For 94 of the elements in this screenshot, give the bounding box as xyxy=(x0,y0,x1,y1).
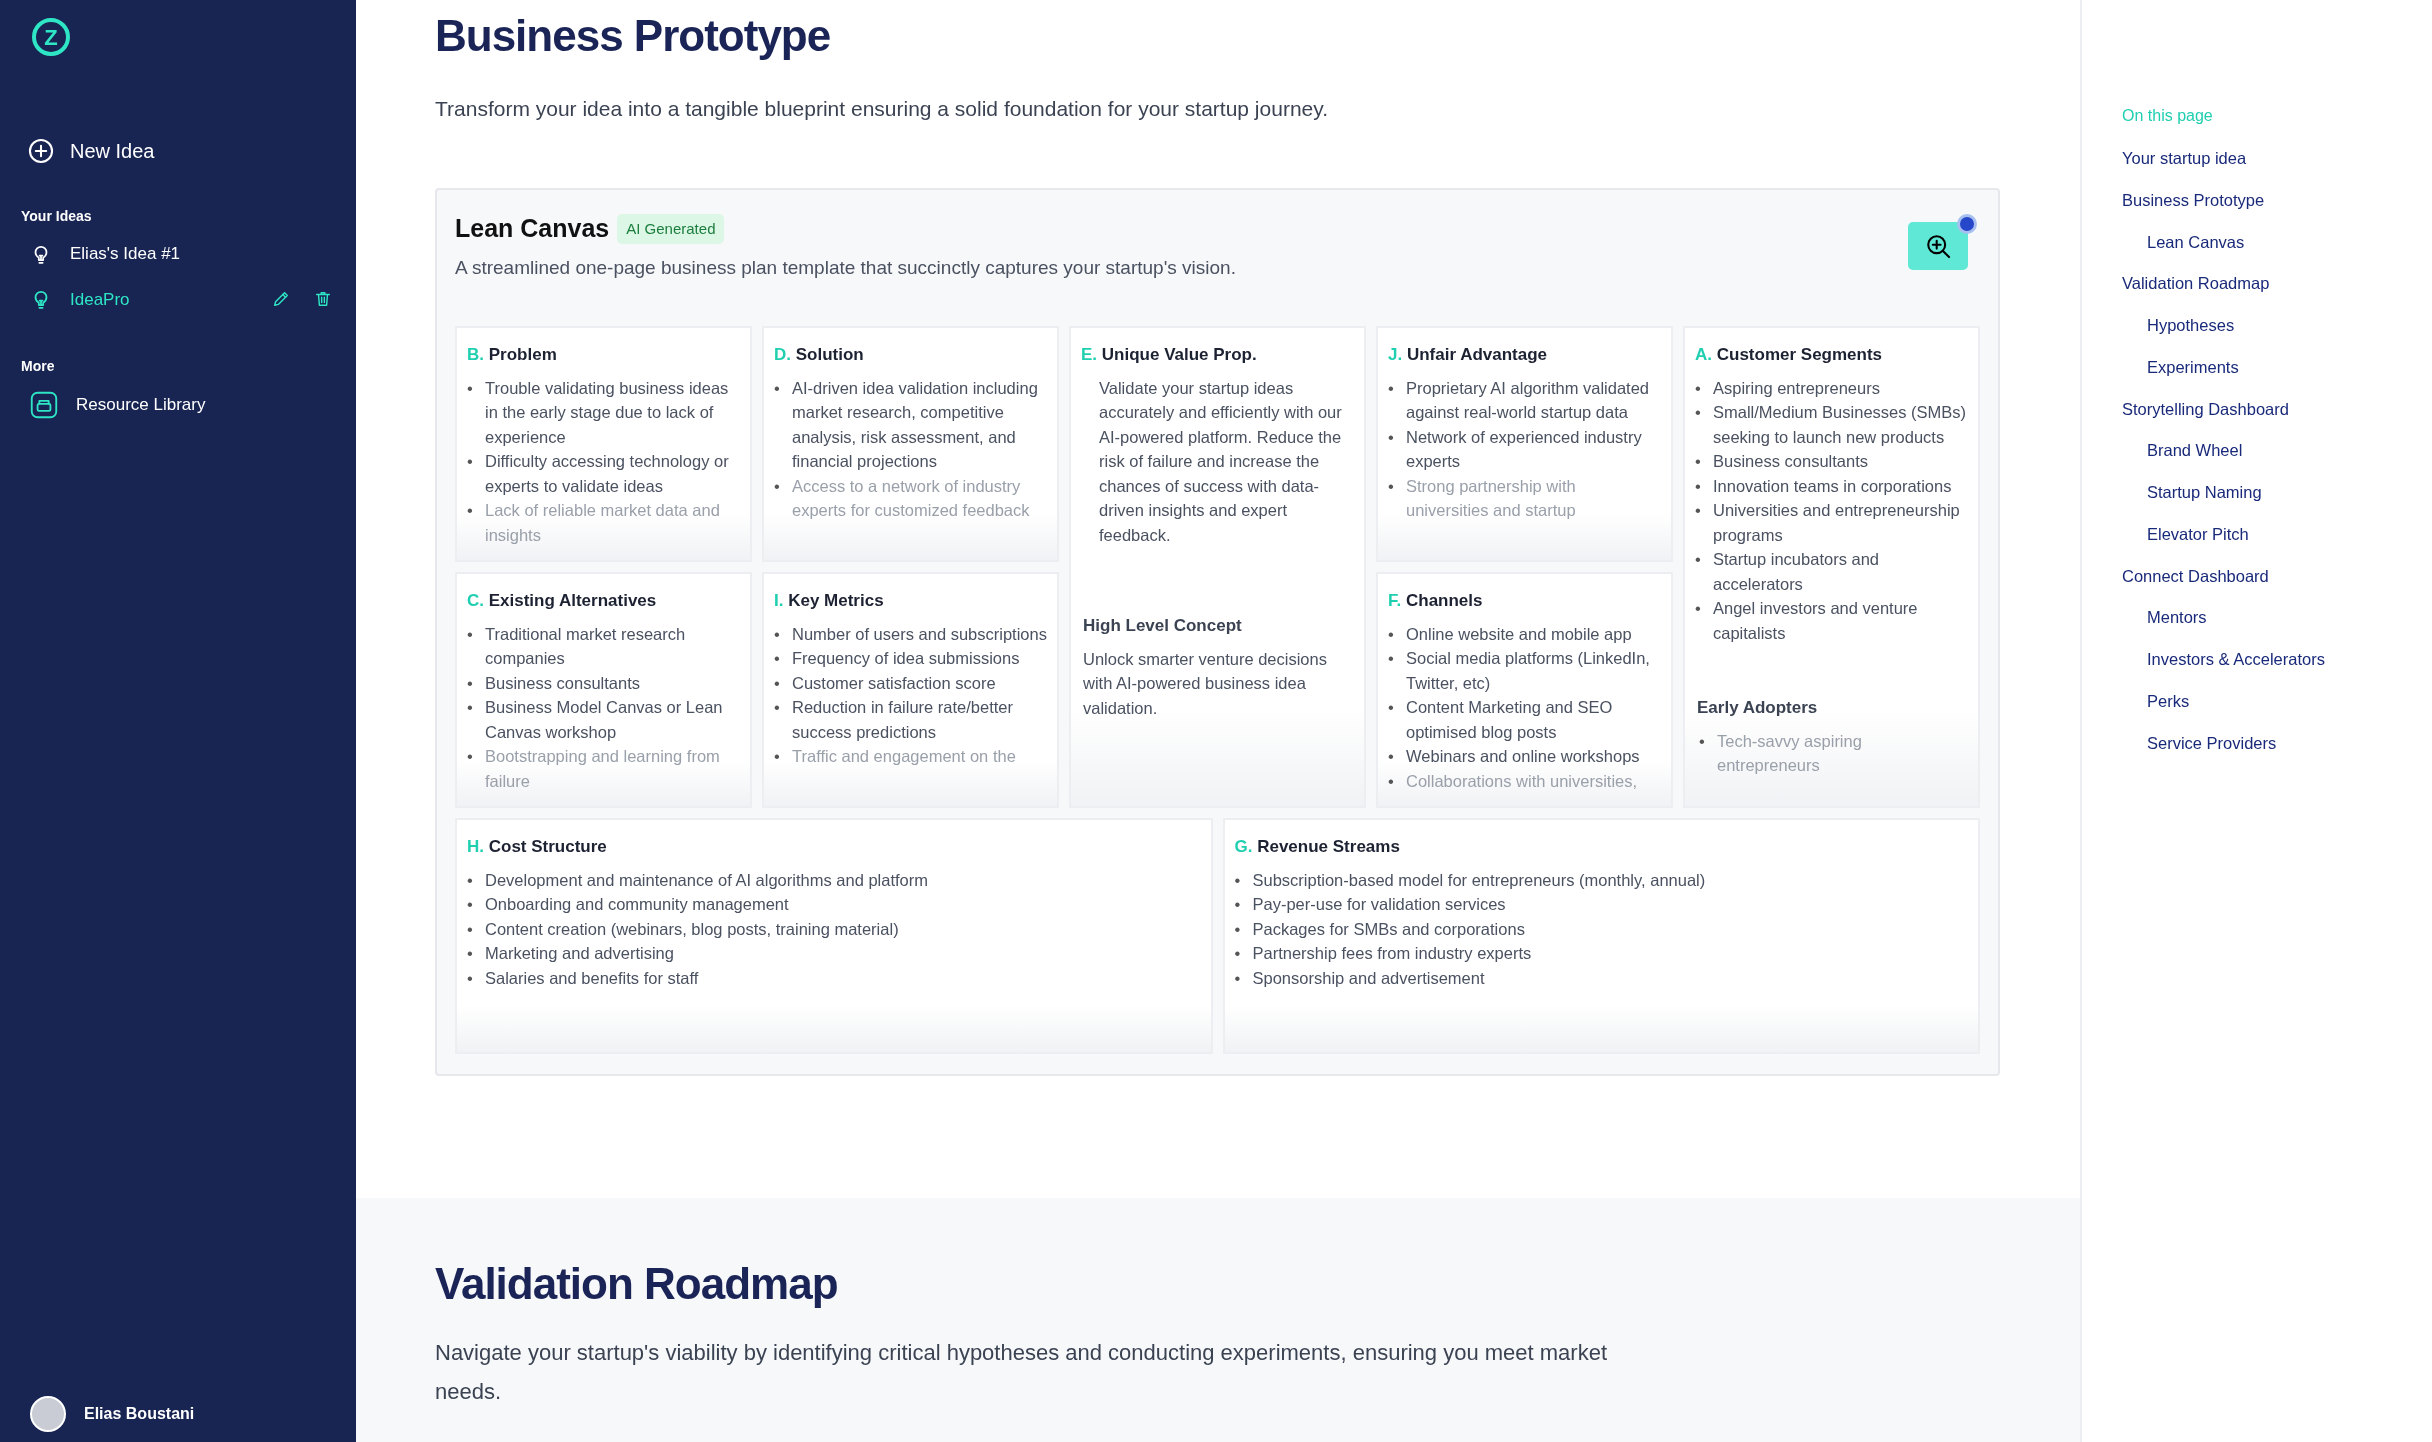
edit-button[interactable] xyxy=(272,290,290,309)
list-item: • Subscription-based model for entrepreneurs (monthly, annual) xyxy=(1234,869,1707,891)
list-item: • Frequency of idea submissions xyxy=(774,648,1021,670)
list-item: • Aspiring entrepreneurs xyxy=(1695,377,1881,399)
subsection-title: Early Adopters xyxy=(1697,697,1819,720)
list-item: • Content creation (webinars, blog posts, training material) xyxy=(467,918,900,940)
toc-link[interactable]: Connect Dashboard xyxy=(2122,563,2432,589)
block-title: A. Customer Segments xyxy=(1695,344,1884,367)
list-item: • Difficulty accessing technology or experts to validate ideas xyxy=(467,451,730,497)
block-title: C. Existing Alternatives xyxy=(467,590,658,613)
list-item: • Trouble validating business ideas in the early stage due to lack of experience xyxy=(467,377,730,448)
block-title: F. Channels xyxy=(1388,590,1484,613)
list-item: • Lack of reliable market data and insights xyxy=(467,500,721,546)
block-title: J. Unfair Advantage xyxy=(1388,344,1549,367)
list-item: • Partnership fees from industry experts xyxy=(1234,943,1533,965)
new-idea-button[interactable]: New Idea xyxy=(0,130,356,172)
list-item: • Startup incubators and accelerators xyxy=(1695,549,1881,595)
list-item: • Webinars and online workshops xyxy=(1388,746,1641,768)
block-title: E. Unique Value Prop. xyxy=(1081,344,1258,367)
list-item: • Sponsorship and advertisement xyxy=(1234,967,1486,989)
idea-item[interactable]: Elias's Idea #1 xyxy=(0,231,356,277)
toc-link[interactable]: Lean Canvas xyxy=(2122,229,2432,255)
list-item: • Business Model Canvas or Lean Canvas workshop xyxy=(467,697,724,743)
toc-link[interactable]: Experiments xyxy=(2122,354,2432,380)
avatar xyxy=(30,1396,66,1432)
plus-circle-icon xyxy=(28,138,54,164)
zoom-button[interactable] xyxy=(1908,222,1968,271)
list-item: • Traffic and engagement on the xyxy=(774,746,1017,768)
block-title: I. Key Metrics xyxy=(774,590,885,613)
toc-link[interactable]: Business Prototype xyxy=(2122,187,2432,213)
list-item: • Packages for SMBs and corporations xyxy=(1234,918,1526,940)
section-title: Validation Roadmap xyxy=(435,1258,839,1310)
user-name: Elias Boustani xyxy=(84,1404,195,1424)
list-item: • AI-driven idea validation including market research, competitive analysis, risk assessment, and financial projections xyxy=(774,377,1039,473)
idea-item[interactable]: IdeaPro xyxy=(0,276,272,322)
block-title: D. Solution xyxy=(774,344,865,367)
list-item: • Traditional market research companies xyxy=(467,623,687,670)
toc-link[interactable]: Validation Roadmap xyxy=(2122,271,2432,296)
block-text: Validate your startup ideas accurately and efficiently with our AI-powered platform. Reduce the risk of failure and increase the chances of success with data-driven insights and expert feedback. xyxy=(1098,377,1343,546)
list-item: • Angel investors and venture capitalists xyxy=(1695,598,1919,644)
toc-link[interactable]: Your startup idea xyxy=(2122,146,2432,171)
list-item: • Innovation teams in corporations xyxy=(1695,475,1953,497)
toc-link[interactable]: Startup Naming xyxy=(2122,480,2432,505)
list-item: • Pay-per-use for validation services xyxy=(1234,894,1507,916)
section-title: Your Ideas xyxy=(20,207,93,226)
toc-title: On this page xyxy=(2122,106,2214,126)
zoom-in-icon xyxy=(1925,233,1951,260)
list-item: • Customer satisfaction score xyxy=(774,672,997,694)
list-item: • Number of users and subscriptions xyxy=(774,623,1047,645)
block-title: H. Cost Structure xyxy=(467,836,608,859)
canvas-title: Lean Canvas xyxy=(455,213,610,245)
sidebar-link[interactable]: Resource Library xyxy=(0,381,356,429)
list-item: • Onboarding and community management xyxy=(467,894,790,916)
subsection-title: High Level Concept xyxy=(1083,615,1243,638)
list-item: • Collaborations with universities, xyxy=(1388,770,1639,792)
list-item: • Reduction in failure rate/better success predictions xyxy=(774,697,1015,743)
block-title: G. Revenue Streams xyxy=(1234,836,1401,859)
toc-link[interactable]: Elevator Pitch xyxy=(2122,521,2432,547)
list-item: • Social media platforms (LinkedIn, Twitter, etc) xyxy=(1388,648,1651,694)
list-item: • Business consultants xyxy=(467,672,641,694)
list-item: • Marketing and advertising xyxy=(467,943,675,965)
ai-badge: AI Generated xyxy=(617,213,725,245)
archive-box-icon xyxy=(30,391,58,419)
section-title: More xyxy=(20,357,56,376)
list-item: • Proprietary AI algorithm validated against real-world startup data xyxy=(1388,377,1651,424)
list-item: • Small/Medium Businesses (SMBs) seeking to launch new products xyxy=(1695,402,1968,448)
page-title: Business Prototype xyxy=(435,10,832,62)
list-item: • Universities and entrepreneurship programs xyxy=(1695,500,1961,546)
toc-link[interactable]: Brand Wheel xyxy=(2122,438,2432,463)
block-title: B. Problem xyxy=(467,344,558,367)
toc-link[interactable]: Mentors xyxy=(2122,605,2432,630)
list-item: • Development and maintenance of AI algorithms and platform xyxy=(467,869,929,891)
toc-link[interactable]: Investors & Accelerators xyxy=(2122,647,2432,672)
list-item: • Strong partnership with universities and startup xyxy=(1388,475,1577,522)
toc-link[interactable]: Service Providers xyxy=(2122,730,2432,756)
list-item: • Network of experienced industry experts xyxy=(1388,426,1643,473)
list-item: • Tech-savvy aspiring entrepreneurs xyxy=(1699,730,1863,777)
section-description: Navigate your startup's viability by identifying critical hypotheses and conducting experiments, ensuring you meet market needs. xyxy=(435,1338,1608,1406)
list-item: • Access to a network of industry experts for customized feedback xyxy=(774,475,1031,522)
trash-icon xyxy=(314,290,332,309)
list-item: • Online website and mobile app xyxy=(1388,623,1633,645)
canvas-description: A streamlined one-page business plan template that succinctly captures your startup's vision. xyxy=(455,255,1236,280)
page-description: Transform your idea into a tangible blueprint ensuring a solid foundation for your startup journey. xyxy=(435,95,1329,122)
logo: Z xyxy=(32,18,70,56)
list-item: • Salaries and benefits for staff xyxy=(467,967,700,989)
toc-link[interactable]: Storytelling Dashboard xyxy=(2122,396,2432,422)
list-item: • Content Marketing and SEO optimised blog posts xyxy=(1388,697,1614,743)
pencil-icon xyxy=(272,290,290,309)
list-item: • Business consultants xyxy=(1695,451,1869,473)
toc-link[interactable]: Hypotheses xyxy=(2122,313,2432,338)
block-text: Unlock smarter venture decisions with AI-powered business idea validation. xyxy=(1083,648,1328,719)
delete-button[interactable] xyxy=(314,290,332,309)
toc-link[interactable]: Perks xyxy=(2122,688,2432,714)
list-item: • Bootstrapping and learning from failure xyxy=(467,746,721,792)
